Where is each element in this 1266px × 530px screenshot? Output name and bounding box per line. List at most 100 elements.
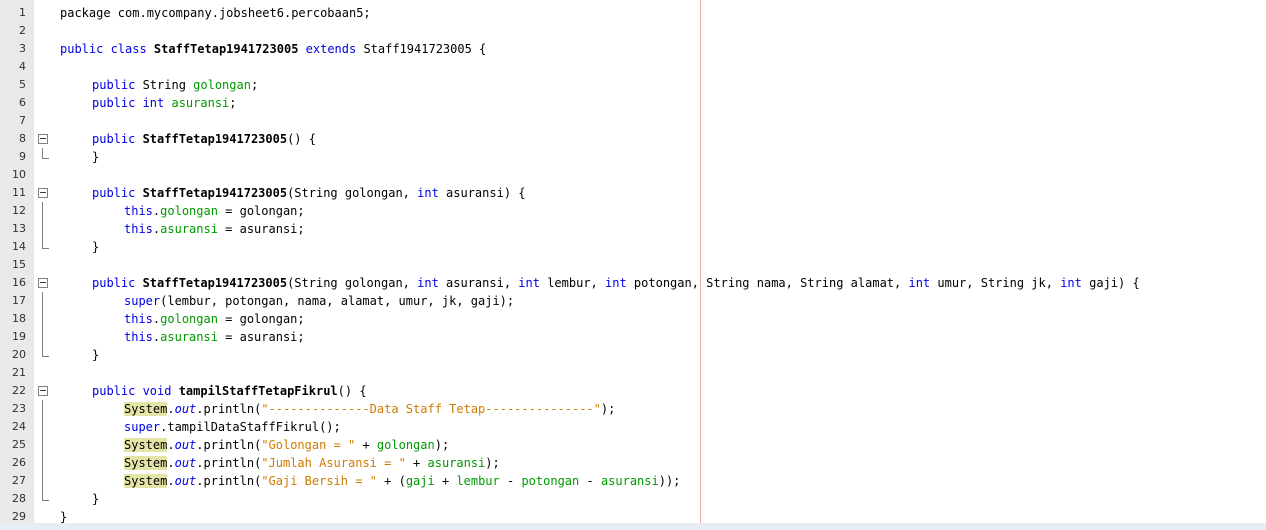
code-token: (String golongan, [287, 186, 418, 200]
code-token: golongan [160, 204, 218, 218]
code-line[interactable]: 21 [0, 364, 1266, 382]
code-line[interactable]: 14} [0, 238, 1266, 256]
code-token: int [518, 276, 540, 290]
code-line[interactable]: 24 super.tampilDataStaffFikrul(); [0, 418, 1266, 436]
code-text[interactable]: System.out.println("Gaji Bersih = " + (g… [124, 472, 680, 490]
line-number: 18 [12, 312, 26, 325]
line-number: 13 [12, 222, 26, 235]
code-text[interactable]: } [92, 148, 99, 166]
code-text[interactable]: super(lembur, potongan, nama, alamat, um… [124, 292, 514, 310]
code-text[interactable]: public String golongan; [92, 76, 258, 94]
code-line[interactable]: 8 public StaffTetap1941723005() { [0, 130, 1266, 148]
code-line[interactable]: 19 this.asuransi = asuransi; [0, 328, 1266, 346]
code-line[interactable]: 23 System.out.println("--------------Data… [0, 400, 1266, 418]
code-token: } [92, 150, 100, 164]
code-line[interactable]: 7 [0, 112, 1266, 130]
code-token: + [355, 438, 377, 452]
code-token: = golongan; [217, 204, 305, 218]
code-text[interactable]: super.tampilDataStaffFikrul(); [124, 418, 341, 436]
code-token: . [167, 438, 175, 452]
code-token: asuransi [160, 330, 218, 344]
fold-collapse-icon[interactable] [38, 134, 48, 144]
code-line[interactable]: 9} [0, 148, 1266, 166]
code-token: .tampilDataStaffFikrul(); [160, 420, 341, 434]
code-text[interactable]: public StaffTetap1941723005(String golon… [92, 274, 1140, 292]
code-token: umur, String jk, [930, 276, 1061, 290]
code-token: = asuransi; [217, 330, 305, 344]
code-line[interactable]: 26 System.out.println("Jumlah Asuransi = … [0, 454, 1266, 472]
code-text[interactable]: } [92, 346, 99, 364]
code-token: System [124, 402, 168, 416]
code-text[interactable]: this.asuransi = asuransi; [124, 328, 305, 346]
line-number: 15 [12, 258, 26, 271]
code-text[interactable]: } [92, 490, 99, 508]
code-editor[interactable]: 1 package com.mycompany.jobsheet6.percoba… [0, 0, 1266, 530]
code-token: int [1060, 276, 1082, 290]
code-line[interactable]: 5 public String golongan; [0, 76, 1266, 94]
code-line[interactable]: 2 [0, 22, 1266, 40]
fold-collapse-icon[interactable] [38, 278, 48, 288]
code-token: asuransi [160, 222, 218, 236]
code-token: public void [92, 384, 179, 398]
code-line[interactable]: 20} [0, 346, 1266, 364]
code-line[interactable]: 22 public void tampilStaffTetapFikrul() { [0, 382, 1266, 400]
code-token: . [167, 402, 175, 416]
code-token: "Golongan = " [261, 438, 356, 452]
code-line[interactable]: 17 super(lembur, potongan, nama, alamat, … [0, 292, 1266, 310]
code-text[interactable]: public void tampilStaffTetapFikrul() { [92, 382, 367, 400]
code-line[interactable]: 16 public StaffTetap1941723005(String gol… [0, 274, 1266, 292]
code-token: public int [92, 96, 172, 110]
code-text[interactable]: this.golongan = golongan; [124, 310, 305, 328]
code-text[interactable]: public int asuransi; [92, 94, 237, 112]
line-number: 23 [12, 402, 26, 415]
code-token: ); [600, 402, 616, 416]
code-token: golongan [160, 312, 218, 326]
code-line[interactable]: 28} [0, 490, 1266, 508]
code-token: ); [485, 456, 500, 470]
code-token: asuransi [600, 474, 659, 488]
code-line[interactable]: 1 package com.mycompany.jobsheet6.percoba… [0, 4, 1266, 22]
code-token: () { [287, 132, 316, 146]
code-line[interactable]: 4 [0, 58, 1266, 76]
horizontal-scrollbar[interactable] [0, 523, 1266, 530]
code-text[interactable]: this.golongan = golongan; [124, 202, 305, 220]
code-line[interactable]: 6 public int asuransi; [0, 94, 1266, 112]
code-lines[interactable]: 1 package com.mycompany.jobsheet6.percoba… [0, 4, 1266, 526]
code-line[interactable]: 11 public StaffTetap1941723005(String gol… [0, 184, 1266, 202]
code-token: lembur [456, 474, 500, 488]
code-token: )); [658, 474, 681, 488]
code-line[interactable]: 15 [0, 256, 1266, 274]
code-line[interactable]: 27 System.out.println("Gaji Bersih = " + … [0, 472, 1266, 490]
code-token: StaffTetap1941723005 [142, 186, 288, 200]
code-text[interactable]: } [92, 238, 99, 256]
code-line[interactable]: 25 System.out.println("Golongan = " + gol… [0, 436, 1266, 454]
code-line[interactable]: 12 this.golongan = golongan; [0, 202, 1266, 220]
code-text[interactable]: public StaffTetap1941723005(String golon… [92, 184, 526, 202]
code-line[interactable]: 18 this.golongan = golongan; [0, 310, 1266, 328]
fold-end-marker [42, 346, 49, 357]
code-token: gaji) { [1081, 276, 1140, 290]
code-text[interactable]: System.out.println("Golongan = " + golon… [124, 436, 449, 454]
code-line[interactable]: 3 public class StaffTetap1941723005 exten… [0, 40, 1266, 58]
fold-collapse-icon[interactable] [38, 386, 48, 396]
code-text[interactable]: System.out.println("Jumlah Asuransi = " … [124, 454, 500, 472]
code-token: System [124, 438, 168, 452]
code-token: golongan [376, 438, 435, 452]
code-line[interactable]: 13 this.asuransi = asuransi; [0, 220, 1266, 238]
code-text[interactable]: public StaffTetap1941723005() { [92, 130, 316, 148]
line-number: 5 [19, 78, 26, 91]
line-number: 28 [12, 492, 26, 505]
code-text[interactable]: this.asuransi = asuransi; [124, 220, 305, 238]
fold-collapse-icon[interactable] [38, 188, 48, 198]
code-text[interactable]: public class StaffTetap1941723005 extend… [60, 40, 486, 58]
line-number: 19 [12, 330, 26, 343]
fold-end-marker [42, 148, 49, 159]
code-token: int [908, 276, 931, 290]
code-text[interactable]: System.out.println("--------------Data S… [124, 400, 615, 418]
line-number: 20 [12, 348, 26, 361]
code-token: System [124, 474, 168, 488]
code-text[interactable]: package com.mycompany.jobsheet6.percobaa… [60, 4, 371, 22]
code-line[interactable]: 10 [0, 166, 1266, 184]
line-number: 1 [19, 6, 26, 19]
fold-guide-line [42, 436, 43, 454]
